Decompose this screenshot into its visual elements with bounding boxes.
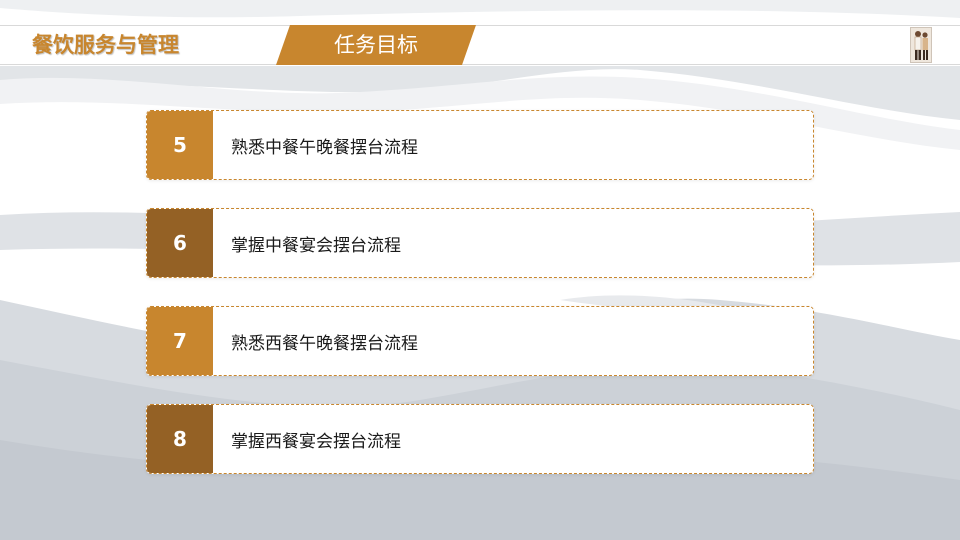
goal-number-badge: 5	[147, 111, 213, 179]
goal-text: 掌握中餐宴会摆台流程	[231, 236, 401, 256]
goal-text: 掌握西餐宴会摆台流程	[231, 432, 401, 452]
goal-text: 熟悉中餐午晚餐摆台流程	[231, 138, 418, 158]
section-tab: 任务目标	[276, 25, 476, 65]
goal-item-7: 7 熟悉西餐午晚餐摆台流程	[146, 306, 814, 376]
goal-number-badge: 6	[147, 209, 213, 277]
logo-figure-icon	[910, 27, 932, 63]
app-title: 餐饮服务与管理	[32, 33, 179, 57]
section-title: 任务目标	[334, 33, 418, 57]
goal-item-5: 5 熟悉中餐午晚餐摆台流程	[146, 110, 814, 180]
goal-text: 熟悉西餐午晚餐摆台流程	[231, 334, 418, 354]
goal-number-badge: 8	[147, 405, 213, 473]
goal-item-6: 6 掌握中餐宴会摆台流程	[146, 208, 814, 278]
header-bar: 餐饮服务与管理 任务目标	[0, 25, 960, 65]
goal-item-8: 8 掌握西餐宴会摆台流程	[146, 404, 814, 474]
goal-number-badge: 7	[147, 307, 213, 375]
